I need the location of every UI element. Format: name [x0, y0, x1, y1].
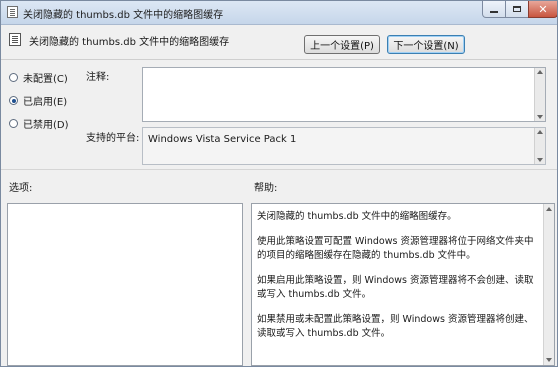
- scroll-up-icon: [537, 70, 543, 74]
- section-divider: [1, 169, 557, 170]
- window-title: 关闭隐藏的 thumbs.db 文件中的缩略图缓存: [23, 10, 224, 21]
- minimize-icon: [490, 11, 498, 13]
- radio-label: 已启用(E): [23, 97, 68, 108]
- scroll-up-icon: [546, 207, 552, 211]
- help-paragraph: 如果启用此策略设置，则 Windows 资源管理器将不会创建、读取或写入 thu…: [257, 274, 534, 301]
- comment-textarea[interactable]: [142, 67, 546, 122]
- comment-scrollbar[interactable]: [534, 68, 545, 121]
- radio-button[interactable]: [9, 96, 18, 105]
- scroll-up-icon: [537, 130, 543, 134]
- help-scrollbar[interactable]: [543, 204, 554, 365]
- policy-header: 关闭隐藏的 thumbs.db 文件中的缩略图缓存: [1, 25, 557, 61]
- policy-document-icon: [7, 6, 18, 18]
- radio-disabled[interactable]: 已禁用(D): [9, 116, 69, 131]
- platform-scrollbar[interactable]: [534, 128, 545, 164]
- help-paragraph: 如果禁用或未配置此策略设置，则 Windows 资源管理器将创建、读取或写入 t…: [257, 313, 534, 340]
- scroll-down-icon: [537, 115, 543, 119]
- help-text: 关闭隐藏的 thumbs.db 文件中的缩略图缓存。 使用此策略设置可配置 Wi…: [257, 210, 537, 352]
- minimize-button[interactable]: [482, 1, 506, 18]
- supported-platform-field: Windows Vista Service Pack 1: [142, 127, 546, 165]
- help-panel[interactable]: 关闭隐藏的 thumbs.db 文件中的缩略图缓存。 使用此策略设置可配置 Wi…: [251, 203, 555, 366]
- help-label: 帮助:: [254, 183, 278, 194]
- platform-label: 支持的平台:: [86, 133, 140, 144]
- maximize-button[interactable]: [505, 1, 529, 18]
- radio-button[interactable]: [9, 119, 18, 128]
- radio-enabled[interactable]: 已启用(E): [9, 93, 67, 108]
- radio-not-configured[interactable]: 未配置(C): [9, 70, 68, 85]
- options-label: 选项:: [9, 183, 33, 194]
- next-setting-button[interactable]: 下一个设置(N): [387, 35, 465, 54]
- policy-title: 关闭隐藏的 thumbs.db 文件中的缩略图缓存: [29, 37, 230, 48]
- supported-platform-value: Windows Vista Service Pack 1: [148, 134, 297, 145]
- radio-label: 已禁用(D): [23, 120, 69, 131]
- help-paragraph: 使用此策略设置可配置 Windows 资源管理器将位于网络文件夹中的项目的缩略图…: [257, 235, 534, 262]
- options-panel: [7, 203, 243, 366]
- close-icon: ✕: [538, 2, 548, 16]
- scroll-down-icon: [546, 358, 552, 362]
- maximize-icon: [513, 6, 521, 12]
- policy-dialog-window: 关闭隐藏的 thumbs.db 文件中的缩略图缓存 ✕ 关闭隐藏的 thumbs…: [0, 0, 558, 367]
- comment-label: 注释:: [86, 72, 110, 83]
- header-divider: [1, 59, 557, 60]
- radio-button[interactable]: [9, 73, 18, 82]
- previous-setting-button[interactable]: 上一个设置(P): [304, 35, 380, 54]
- scroll-down-icon: [537, 158, 543, 162]
- policy-setting-icon: [9, 33, 21, 46]
- help-paragraph: 关闭隐藏的 thumbs.db 文件中的缩略图缓存。: [257, 211, 457, 222]
- title-bar[interactable]: 关闭隐藏的 thumbs.db 文件中的缩略图缓存 ✕: [1, 1, 557, 25]
- close-button[interactable]: ✕: [528, 1, 557, 18]
- radio-label: 未配置(C): [23, 74, 68, 85]
